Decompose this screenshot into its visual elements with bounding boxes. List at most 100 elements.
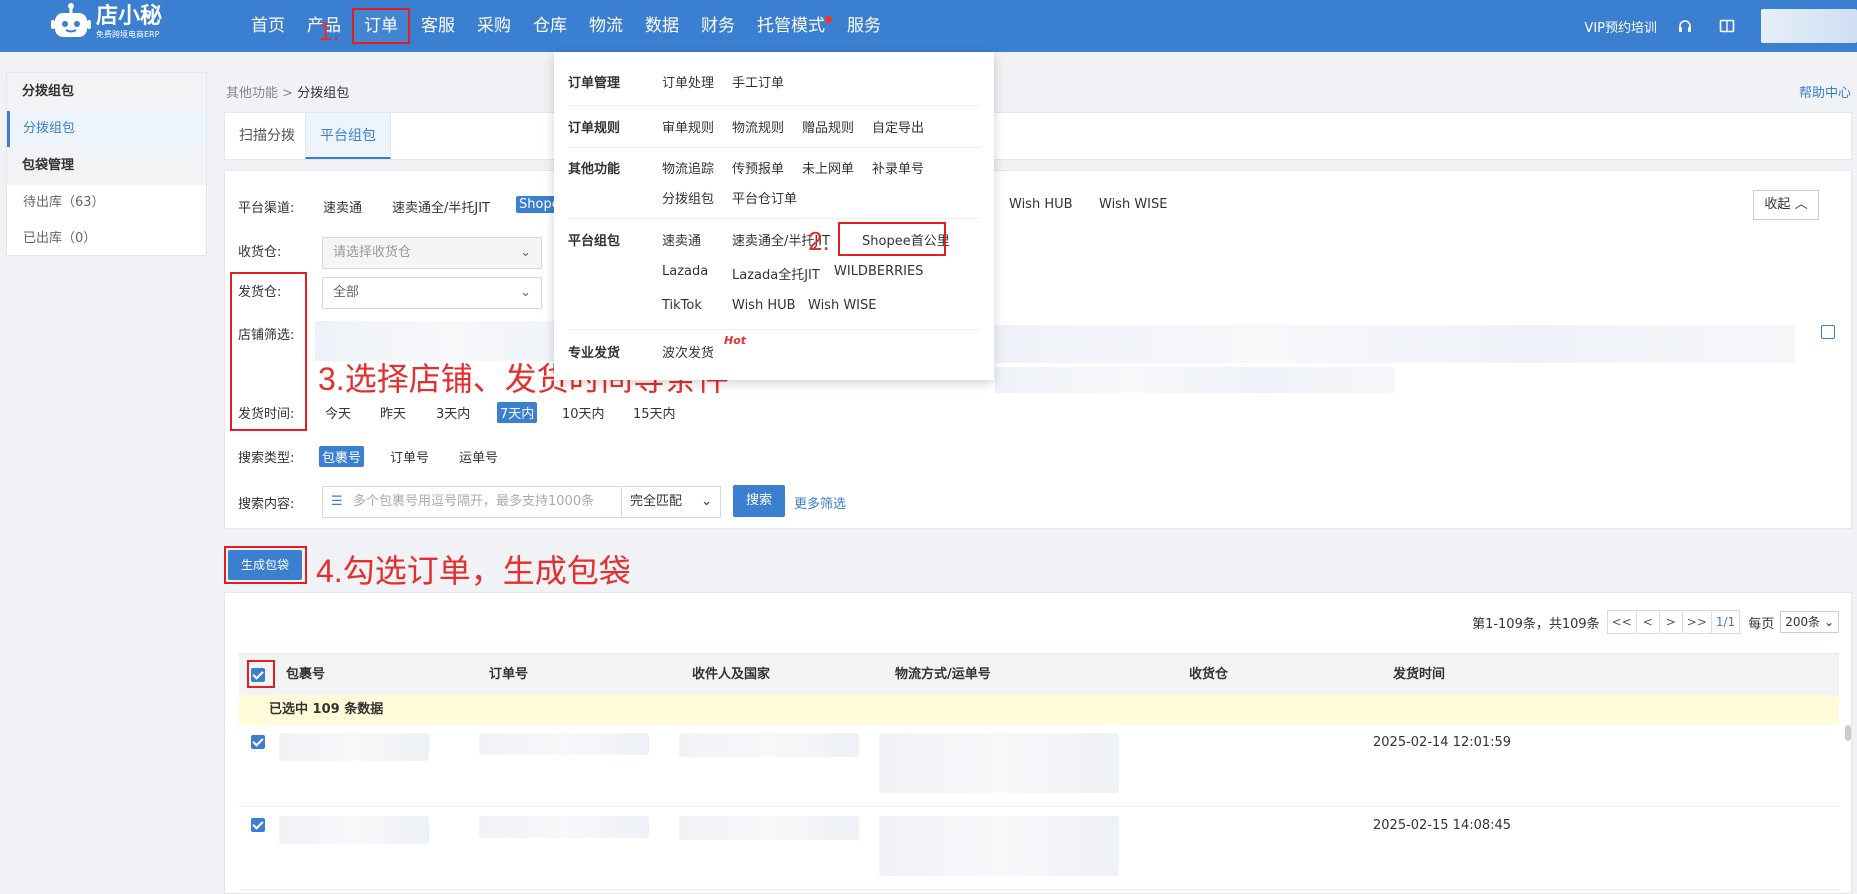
menu-section-title: 订单规则	[568, 121, 621, 136]
receive-warehouse-select[interactable]: 请选择收货仓 ⌄	[322, 237, 542, 269]
nav-hosting-label: 托管模式	[757, 16, 825, 36]
book-icon[interactable]	[1719, 19, 1735, 33]
sidebar-item-sorting[interactable]: 分拨组包	[7, 111, 206, 147]
menu-manual-order[interactable]: 手工订单	[732, 72, 784, 91]
time-3days[interactable]: 3天内	[436, 403, 470, 422]
shop-filter-list-blurred-right[interactable]	[995, 325, 1795, 363]
first-page-button[interactable]: <<	[1606, 610, 1637, 634]
menu-offline-orders[interactable]: 未上网单	[802, 158, 854, 177]
row-checkbox[interactable]	[251, 818, 265, 832]
table-row[interactable]: 2025-02-15 14:08:45	[239, 808, 1839, 890]
recipient-cell	[679, 816, 859, 840]
table-header: 包裹号 订单号 收件人及国家 物流方式/运单号 收货仓 发货时间	[239, 653, 1839, 695]
chevron-down-icon: ⌄	[520, 245, 531, 260]
nav-data[interactable]: 数据	[634, 0, 690, 52]
nav-service[interactable]: 客服	[410, 0, 466, 52]
shop-filter-list-blurred-row2[interactable]	[995, 367, 1395, 393]
channel-wish-hub[interactable]: Wish HUB	[1009, 197, 1073, 212]
filter-panel: 平台渠道: 速卖通 速卖通全/半托JIT Shopee Wish HUB Wis…	[224, 170, 1852, 529]
sidebar-item-pending[interactable]: 待出库（63）	[7, 185, 206, 221]
nav-services[interactable]: 服务	[836, 0, 892, 52]
table-scrollbar[interactable]	[1845, 725, 1851, 741]
channel-aliexpress[interactable]: 速卖通	[323, 197, 362, 216]
menu-section-title: 订单管理	[568, 76, 621, 91]
time-today[interactable]: 今天	[325, 403, 351, 422]
prev-page-button[interactable]: <	[1635, 610, 1660, 634]
breadcrumb-parent[interactable]: 其他功能	[226, 86, 278, 101]
tab-bar: 扫描分拨 平台组包	[224, 112, 1852, 160]
row-checkbox[interactable]	[251, 735, 265, 749]
nav-finance[interactable]: 财务	[690, 0, 746, 52]
nav-purchase[interactable]: 采购	[466, 0, 522, 52]
current-page[interactable]: 1/1	[1710, 610, 1741, 634]
menu-section-title: 其他功能	[568, 162, 621, 177]
nav-hosting[interactable]: 托管模式	[746, 0, 836, 52]
receive-warehouse-label: 收货仓:	[238, 245, 282, 260]
logo[interactable]: 店小秘 免费跨境电商ERP	[50, 2, 162, 42]
nav-home[interactable]: 首页	[240, 0, 296, 52]
more-filters-link[interactable]: 更多筛选	[794, 493, 846, 512]
menu-tracking[interactable]: 物流追踪	[662, 158, 714, 177]
tab-scan-sorting[interactable]: 扫描分拨	[225, 113, 309, 159]
col-logistics: 物流方式/运单号	[895, 667, 991, 682]
type-package-no[interactable]: 包裹号	[319, 446, 365, 467]
ship-warehouse-select[interactable]: 全部 ⌄	[322, 277, 542, 309]
menu-wish-hub[interactable]: Wish HUB	[732, 298, 796, 313]
brand-tagline: 免费跨境电商ERP	[96, 30, 160, 39]
menu-gift-rules[interactable]: 赠品规则	[802, 117, 854, 136]
channel-wish-wise[interactable]: Wish WISE	[1099, 197, 1167, 212]
menu-custom-export[interactable]: 自定导出	[872, 117, 924, 136]
tab-platform-bagging[interactable]: 平台组包	[305, 113, 391, 159]
menu-aliexpress[interactable]: 速卖通	[662, 230, 701, 249]
time-7days[interactable]: 7天内	[497, 402, 538, 423]
menu-logistics-rules[interactable]: 物流规则	[732, 117, 784, 136]
per-page-label: 每页	[1748, 616, 1775, 632]
col-package-no: 包裹号	[286, 667, 326, 682]
panel-toggle-icon[interactable]	[1821, 325, 1835, 339]
menu-pre-report[interactable]: 传预报单	[732, 158, 784, 177]
vip-training-link[interactable]: VIP预约培训	[1584, 17, 1657, 36]
time-15days[interactable]: 15天内	[633, 403, 676, 422]
menu-audit-rules[interactable]: 审单规则	[662, 117, 714, 136]
last-page-button[interactable]: >>	[1681, 610, 1712, 634]
per-page-select[interactable]: 200条 ⌄	[1780, 611, 1839, 633]
col-ship-time: 发货时间	[1393, 667, 1446, 682]
type-waybill-no[interactable]: 运单号	[459, 447, 498, 466]
channel-label: 平台渠道:	[238, 201, 295, 216]
help-center-link[interactable]: 帮助中心	[1799, 82, 1851, 101]
nav-logistics[interactable]: 物流	[578, 0, 634, 52]
menu-divider	[568, 147, 980, 148]
search-content-input[interactable]: ☰ 多个包裹号用逗号隔开，最多支持1000条	[322, 486, 622, 518]
menu-wish-wise[interactable]: Wish WISE	[808, 298, 876, 313]
breadcrumb: 其他功能 > 分拨组包	[226, 82, 349, 101]
headset-icon[interactable]	[1677, 19, 1693, 33]
search-button[interactable]: 搜索	[733, 485, 785, 517]
menu-supplement-no[interactable]: 补录单号	[872, 158, 924, 177]
menu-wave-shipping[interactable]: 波次发货	[662, 342, 714, 361]
type-order-no[interactable]: 订单号	[390, 447, 429, 466]
time-yesterday[interactable]: 昨天	[380, 403, 406, 422]
annotation-step4: 4.勾选订单，生成包袋	[316, 553, 631, 589]
annotation-box-filters	[230, 272, 307, 431]
user-account-avatar[interactable]	[1761, 9, 1857, 43]
match-mode-select[interactable]: 完全匹配 ⌄	[621, 486, 721, 518]
menu-wildberries[interactable]: WILDBERRIES	[834, 264, 923, 279]
ship-warehouse-value: 全部	[333, 285, 360, 300]
menu-lazada[interactable]: Lazada	[662, 264, 708, 279]
menu-order-process[interactable]: 订单处理	[662, 72, 714, 91]
nav-warehouse[interactable]: 仓库	[522, 0, 578, 52]
menu-tiktok[interactable]: TikTok	[662, 298, 702, 313]
time-10days[interactable]: 10天内	[562, 403, 605, 422]
table-row[interactable]: 2025-02-14 12:01:59	[239, 725, 1839, 807]
next-page-button[interactable]: >	[1658, 610, 1683, 634]
menu-divider	[568, 218, 980, 219]
menu-sorting-bagging[interactable]: 分拨组包	[662, 188, 714, 207]
sidebar: 分拨组包 分拨组包 包袋管理 待出库（63） 已出库（0）	[6, 72, 207, 256]
collapse-button[interactable]: 收起 ︿	[1753, 190, 1819, 220]
channel-aliexpress-jit[interactable]: 速卖通全/半托JIT	[392, 197, 490, 216]
menu-lazada-jit[interactable]: Lazada全托JIT	[732, 264, 820, 283]
menu-platform-warehouse-orders[interactable]: 平台仓订单	[732, 188, 797, 207]
logistics-cell	[879, 733, 1119, 793]
sidebar-item-shipped[interactable]: 已出库（0）	[7, 221, 206, 257]
nav-order[interactable]: 订单	[352, 8, 410, 44]
